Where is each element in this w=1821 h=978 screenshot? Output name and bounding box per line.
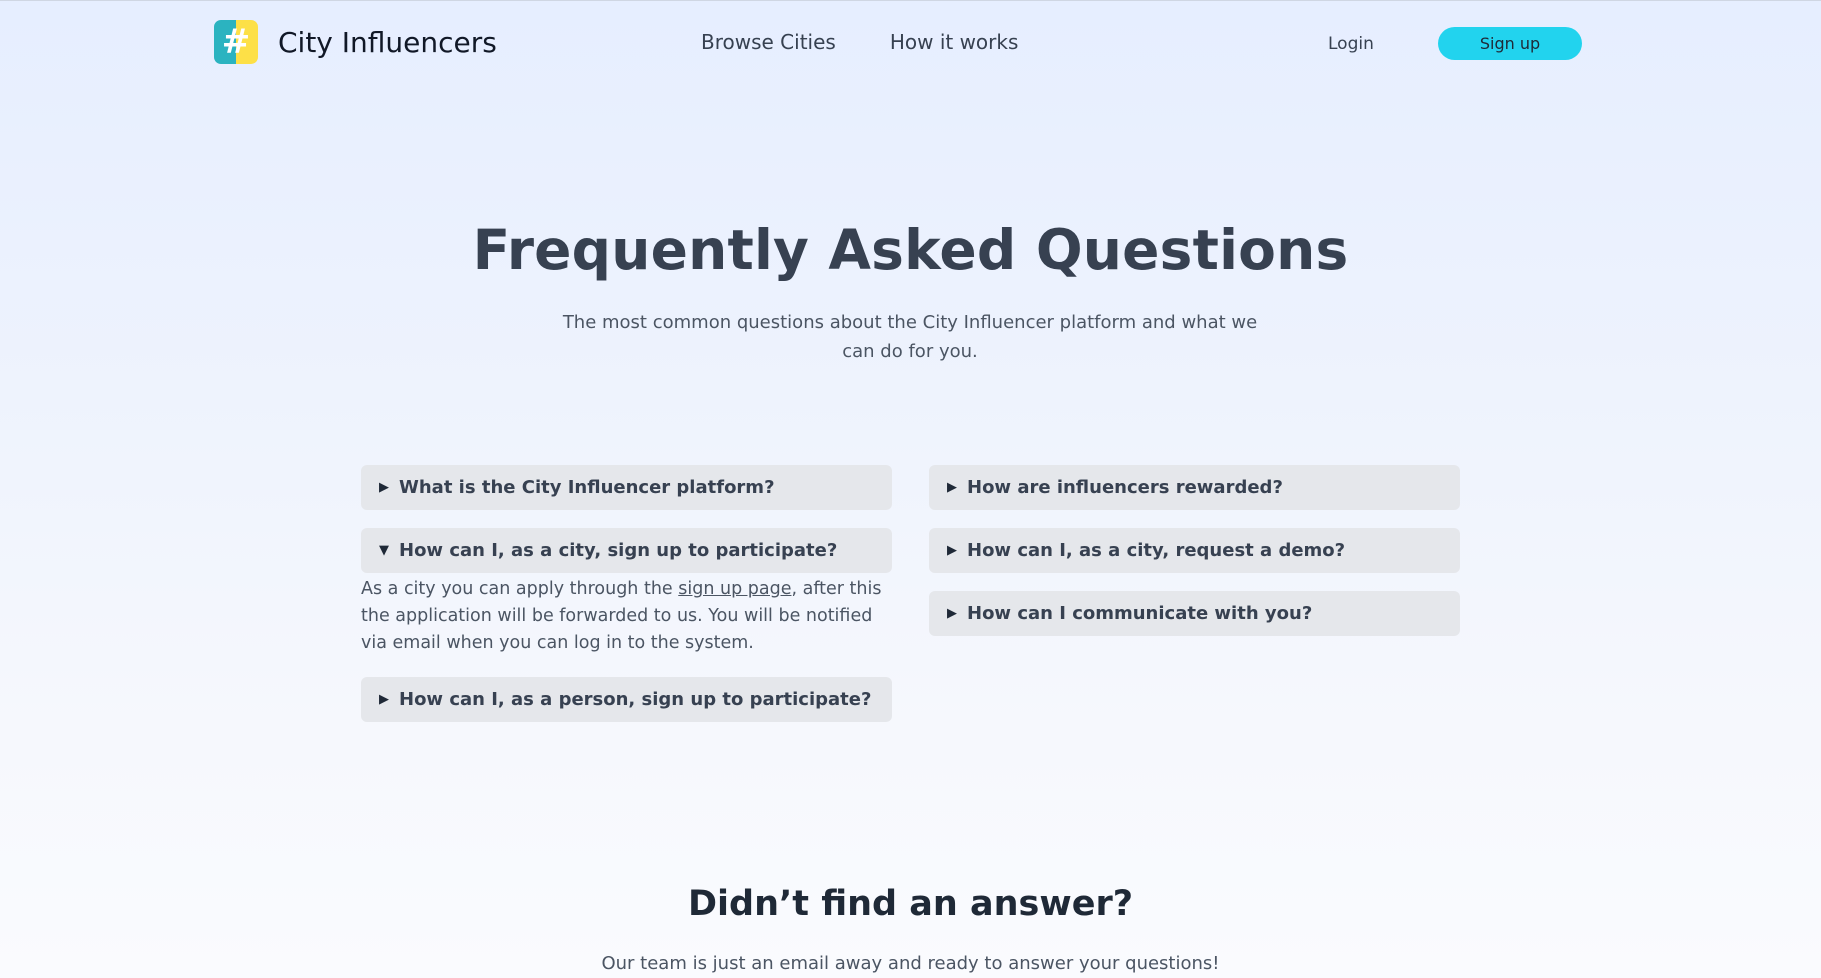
signup-button[interactable]: Sign up (1438, 27, 1582, 60)
page-title: Frequently Asked Questions (472, 218, 1349, 282)
faq-question-city-signup[interactable]: ▼ How can I, as a city, sign up to parti… (361, 528, 892, 573)
faq-question-person-signup[interactable]: ▶ How can I, as a person, sign up to par… (361, 677, 892, 722)
brand-logo[interactable]: # City Influencers (214, 20, 497, 64)
faq-question-communicate[interactable]: ▶ How can I communicate with you? (929, 591, 1460, 636)
triangle-down-icon: ▼ (379, 543, 389, 558)
triangle-right-icon: ▶ (379, 480, 389, 495)
faq-item: ▶ How are influencers rewarded? (929, 465, 1460, 510)
login-link[interactable]: Login (1328, 34, 1374, 54)
triangle-right-icon: ▶ (947, 606, 957, 621)
answer-text: As a city you can apply through the (361, 579, 679, 599)
page-subtitle: The most common questions about the City… (562, 312, 1258, 362)
faq-item: ▼ How can I, as a city, sign up to parti… (361, 528, 892, 657)
faq-question-text: How can I, as a city, sign up to partici… (399, 540, 838, 561)
hashtag-logo-icon: # (214, 20, 258, 64)
faq-answer: As a city you can apply through the sign… (361, 576, 892, 657)
contact-title: Didn’t find an answer? (687, 884, 1134, 924)
triangle-right-icon: ▶ (947, 480, 957, 495)
faq-column-right: ▶ How are influencers rewarded? ▶ How ca… (929, 465, 1460, 654)
faq-question-rewards[interactable]: ▶ How are influencers rewarded? (929, 465, 1460, 510)
faq-item: ▶ How can I communicate with you? (929, 591, 1460, 636)
faq-question-text: What is the City Influencer platform? (399, 477, 775, 498)
triangle-right-icon: ▶ (947, 543, 957, 558)
triangle-right-icon: ▶ (379, 692, 389, 707)
nav-how-it-works[interactable]: How it works (890, 30, 1019, 54)
faq-question-text: How can I, as a city, request a demo? (967, 540, 1346, 561)
brand-name: City Influencers (278, 25, 497, 59)
faq-question-text: How can I communicate with you? (967, 603, 1313, 624)
site-header: # City Influencers Browse Cities How it … (0, 0, 1821, 90)
nav-browse-cities[interactable]: Browse Cities (701, 30, 836, 54)
faq-item: ▶ How can I, as a person, sign up to par… (361, 677, 892, 722)
faq-column-left: ▶ What is the City Influencer platform? … (361, 465, 892, 740)
faq-question-platform[interactable]: ▶ What is the City Influencer platform? (361, 465, 892, 510)
faq-item: ▶ How can I, as a city, request a demo? (929, 528, 1460, 573)
faq-item: ▶ What is the City Influencer platform? (361, 465, 892, 510)
faq-question-text: How are influencers rewarded? (967, 477, 1283, 498)
main-nav: Browse Cities How it works (701, 30, 1018, 54)
logo-glyph: # (221, 22, 251, 62)
faq-question-demo[interactable]: ▶ How can I, as a city, request a demo? (929, 528, 1460, 573)
contact-subtitle: Our team is just an email away and ready… (601, 953, 1220, 974)
signup-page-link[interactable]: sign up page (678, 579, 791, 599)
faq-question-text: How can I, as a person, sign up to parti… (399, 689, 872, 710)
